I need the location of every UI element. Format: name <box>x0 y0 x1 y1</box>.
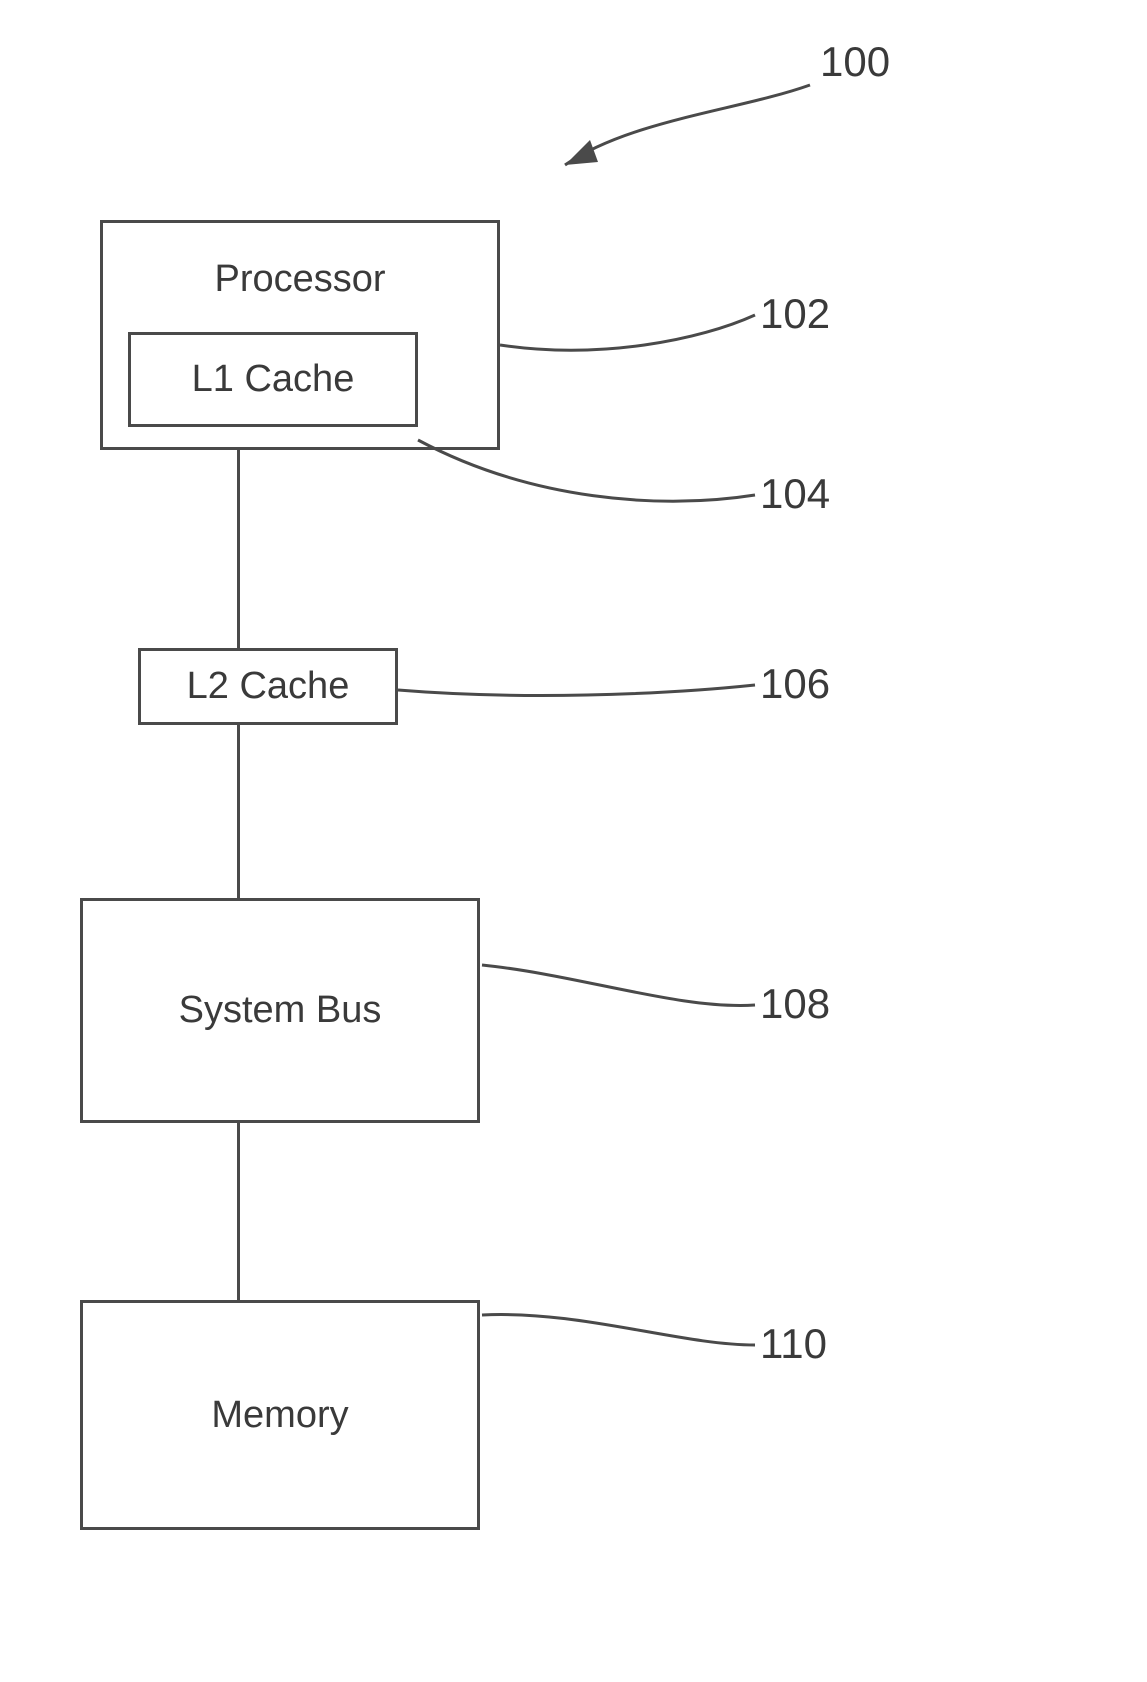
ref-l1-label: 104 <box>760 470 830 518</box>
memory-label: Memory <box>211 1394 348 1437</box>
connector-systembus-memory <box>237 1123 240 1300</box>
ref-memory-label: 110 <box>760 1320 827 1368</box>
ref-systembus-label: 108 <box>760 980 830 1028</box>
ref-processor-label: 102 <box>760 290 830 338</box>
connector-processor-l2 <box>237 450 240 648</box>
l2-cache-block: L2 Cache <box>138 648 398 725</box>
system-bus-label: System Bus <box>179 989 382 1032</box>
ref-l2-label: 106 <box>760 660 830 708</box>
l1-cache-block: L1 Cache <box>128 332 418 427</box>
processor-label: Processor <box>103 258 497 301</box>
processor-block: Processor L1 Cache <box>100 220 500 450</box>
l2-cache-label: L2 Cache <box>187 665 350 708</box>
system-bus-block: System Bus <box>80 898 480 1123</box>
connector-l2-systembus <box>237 725 240 898</box>
l1-cache-label: L1 Cache <box>192 358 355 401</box>
memory-block: Memory <box>80 1300 480 1530</box>
diagram-stage: Processor L1 Cache L2 Cache System Bus M… <box>0 0 1147 1682</box>
ref-main-label: 100 <box>820 38 890 86</box>
